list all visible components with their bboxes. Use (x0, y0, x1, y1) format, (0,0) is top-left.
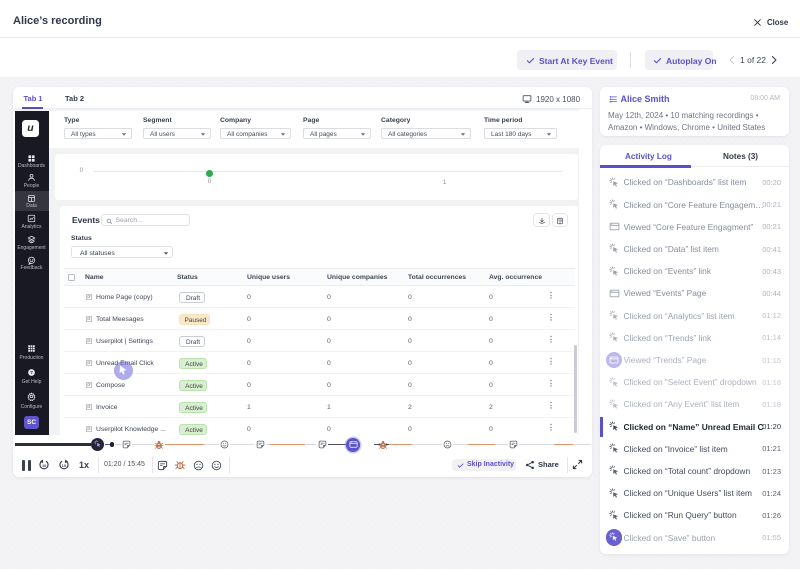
svg-text:?: ? (30, 370, 33, 376)
